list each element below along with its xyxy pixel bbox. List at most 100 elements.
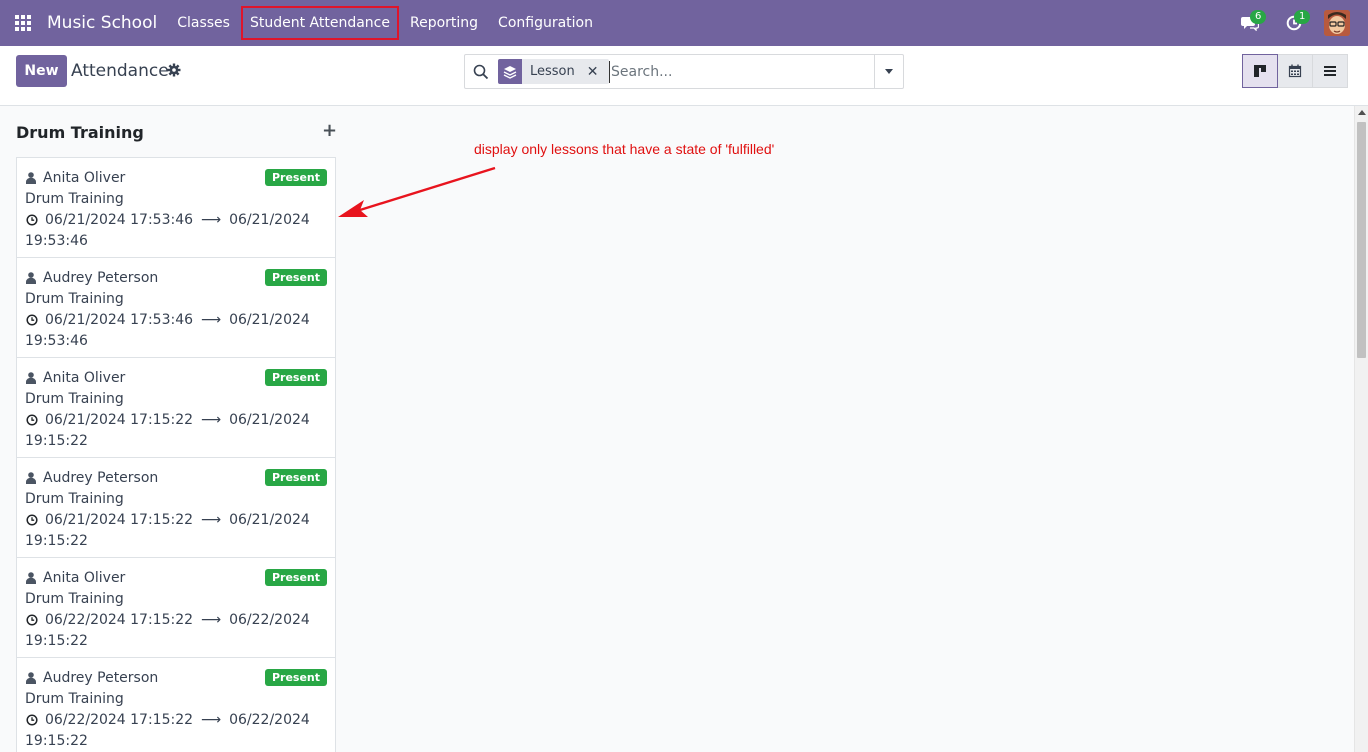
clock-icon xyxy=(26,313,38,326)
search-facet: Lesson ✕ xyxy=(498,59,609,84)
arrow-right-icon: ⟶ xyxy=(201,711,222,728)
status-badge: Present xyxy=(264,169,327,186)
messages-count-badge: 6 xyxy=(1250,10,1267,24)
student-name: Anita Oliver xyxy=(43,569,126,586)
end-time-row: 19:53:46 xyxy=(25,230,327,251)
person-icon xyxy=(26,571,36,584)
person-icon xyxy=(26,471,36,484)
start-datetime: 06/21/2024 17:15:22 xyxy=(45,511,194,528)
arrow-right-icon: ⟶ xyxy=(201,311,222,328)
search-input[interactable] xyxy=(609,61,869,83)
time-row: 06/21/2024 17:15:22 ⟶ 06/21/2024 xyxy=(25,409,327,430)
vertical-scrollbar[interactable] xyxy=(1354,106,1368,752)
annotation-arrow-icon xyxy=(338,166,496,217)
start-datetime: 06/21/2024 17:53:46 xyxy=(45,211,194,228)
kanban-card[interactable]: Anita Oliver Present Drum Training 06/22… xyxy=(16,557,336,658)
menu-configuration[interactable]: Configuration xyxy=(488,7,603,39)
end-time: 19:53:46 xyxy=(25,232,88,249)
lesson-row: Drum Training xyxy=(25,488,327,509)
new-button[interactable]: New xyxy=(16,55,67,87)
end-time: 19:15:22 xyxy=(25,732,88,749)
lesson-name: Drum Training xyxy=(25,490,124,507)
caret-down-icon xyxy=(885,69,893,74)
kanban-card[interactable]: Anita Oliver Present Drum Training 06/21… xyxy=(16,157,336,258)
lesson-name: Drum Training xyxy=(25,190,124,207)
kanban-view-button[interactable] xyxy=(1242,54,1278,88)
end-time-row: 19:15:22 xyxy=(25,530,327,551)
person-icon xyxy=(26,171,36,184)
time-row: 06/22/2024 17:15:22 ⟶ 06/22/2024 xyxy=(25,609,327,630)
add-quick-create-icon[interactable]: + xyxy=(322,120,337,141)
list-view-button[interactable] xyxy=(1312,54,1348,88)
kanban-card[interactable]: Audrey Peterson Present Drum Training 06… xyxy=(16,657,336,752)
status-badge: Present xyxy=(264,269,327,286)
search-icon[interactable] xyxy=(473,64,489,80)
calendar-icon xyxy=(1288,64,1302,78)
clock-icon xyxy=(26,613,38,626)
layers-icon xyxy=(498,59,522,84)
kanban-cards: Anita Oliver Present Drum Training 06/21… xyxy=(16,157,336,752)
end-date: 06/22/2024 xyxy=(229,711,310,728)
end-time: 19:15:22 xyxy=(25,632,88,649)
lesson-name: Drum Training xyxy=(25,690,124,707)
person-icon xyxy=(26,271,36,284)
top-navbar: Music School Classes Student Attendance … xyxy=(0,0,1368,46)
lesson-name: Drum Training xyxy=(25,290,124,307)
start-datetime: 06/22/2024 17:15:22 xyxy=(45,611,194,628)
activities-button[interactable]: 1 xyxy=(1272,0,1316,46)
end-time-row: 19:15:22 xyxy=(25,630,327,651)
end-date: 06/21/2024 xyxy=(229,511,310,528)
status-badge: Present xyxy=(264,669,327,686)
student-name: Anita Oliver xyxy=(43,169,126,186)
lesson-row: Drum Training xyxy=(25,188,327,209)
arrow-right-icon: ⟶ xyxy=(201,211,222,228)
activities-count-badge: 1 xyxy=(1294,10,1311,24)
menu-student-attendance[interactable]: Student Attendance xyxy=(240,6,399,40)
control-panel: New Attendance Lesson ✕ xyxy=(0,46,1368,106)
end-time-row: 19:53:46 xyxy=(25,330,327,351)
arrow-right-icon: ⟶ xyxy=(201,511,222,528)
arrow-right-icon: ⟶ xyxy=(201,411,222,428)
lesson-row: Drum Training xyxy=(25,688,327,709)
student-name: Anita Oliver xyxy=(43,369,126,386)
end-time-row: 19:15:22 xyxy=(25,430,327,451)
student-name: Audrey Peterson xyxy=(43,469,159,486)
clock-icon xyxy=(26,713,38,726)
page-title: Attendance xyxy=(71,61,169,81)
student-name: Audrey Peterson xyxy=(43,669,159,686)
search-bar: Lesson ✕ xyxy=(464,54,904,89)
clock-icon xyxy=(26,413,38,426)
kanban-card[interactable]: Audrey Peterson Present Drum Training 06… xyxy=(16,457,336,558)
end-time-row: 19:15:22 xyxy=(25,730,327,751)
scroll-up-arrow-icon[interactable] xyxy=(1358,110,1366,115)
student-name: Audrey Peterson xyxy=(43,269,159,286)
gear-icon[interactable] xyxy=(167,63,181,77)
status-badge: Present xyxy=(264,469,327,486)
clock-icon xyxy=(26,513,38,526)
end-date: 06/21/2024 xyxy=(229,311,310,328)
time-row: 06/21/2024 17:53:46 ⟶ 06/21/2024 xyxy=(25,209,327,230)
person-icon xyxy=(26,671,36,684)
end-date: 06/21/2024 xyxy=(229,411,310,428)
clock-icon xyxy=(26,213,38,226)
apps-menu-icon[interactable] xyxy=(0,0,46,46)
kanban-card[interactable]: Audrey Peterson Present Drum Training 06… xyxy=(16,257,336,358)
search-options-toggle[interactable] xyxy=(874,55,903,88)
status-badge: Present xyxy=(264,369,327,386)
lesson-row: Drum Training xyxy=(25,388,327,409)
app-name[interactable]: Music School xyxy=(47,13,157,33)
menu-classes[interactable]: Classes xyxy=(167,7,240,39)
end-date: 06/22/2024 xyxy=(229,611,310,628)
scroll-thumb[interactable] xyxy=(1357,122,1366,358)
kanban-icon xyxy=(1254,65,1266,77)
calendar-view-button[interactable] xyxy=(1277,54,1313,88)
time-row: 06/21/2024 17:15:22 ⟶ 06/21/2024 xyxy=(25,509,327,530)
kanban-card[interactable]: Anita Oliver Present Drum Training 06/21… xyxy=(16,357,336,458)
arrow-right-icon: ⟶ xyxy=(201,611,222,628)
column-title: Drum Training xyxy=(16,123,144,142)
menu-reporting[interactable]: Reporting xyxy=(400,7,488,39)
user-avatar[interactable] xyxy=(1324,10,1350,36)
facet-remove-icon[interactable]: ✕ xyxy=(582,59,609,84)
messages-button[interactable]: 6 xyxy=(1228,0,1272,46)
status-badge: Present xyxy=(264,569,327,586)
